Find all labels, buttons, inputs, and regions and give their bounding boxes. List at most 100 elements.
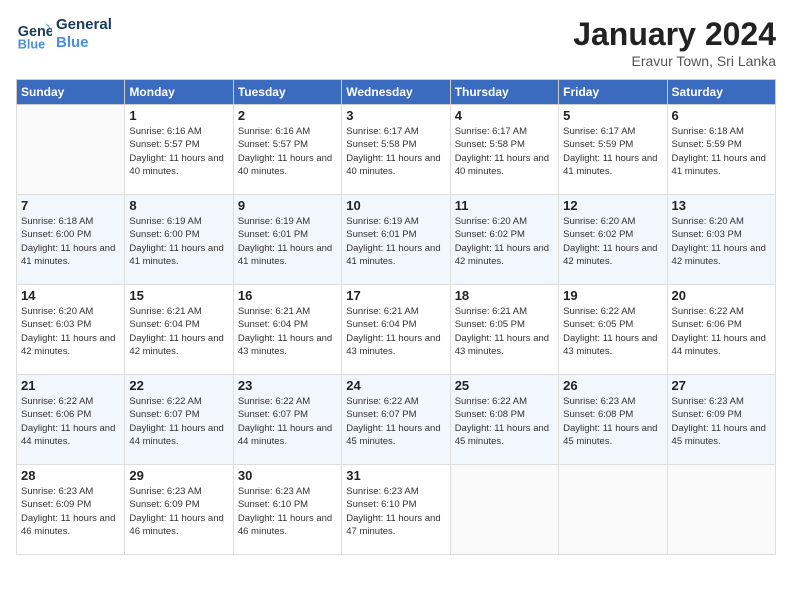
logo: General Blue General Blue [16,16,112,52]
weekday-header: Wednesday [342,80,450,105]
weekday-header: Friday [559,80,667,105]
day-info: Sunrise: 6:21 AMSunset: 6:04 PMDaylight:… [129,305,228,358]
weekday-header: Tuesday [233,80,341,105]
calendar-week-row: 28 Sunrise: 6:23 AMSunset: 6:09 PMDayligh… [17,465,776,555]
weekday-header: Saturday [667,80,775,105]
calendar-cell: 13Sunrise: 6:20 AMSunset: 6:03 PMDayligh… [667,195,775,285]
day-number: 19 [563,288,662,303]
calendar-cell: 16 Sunrise: 6:21 AMSunset: 6:04 PMDayligh… [233,285,341,375]
day-number: 2 [238,108,337,123]
day-info: Sunrise: 6:20 AMSunset: 6:03 PMDaylight:… [21,305,120,358]
calendar-cell: 8 Sunrise: 6:19 AMSunset: 6:00 PMDaylight… [125,195,233,285]
day-info: Sunrise: 6:17 AMSunset: 5:59 PMDaylight:… [563,125,662,178]
calendar-cell: 22 Sunrise: 6:22 AMSunset: 6:07 PMDayligh… [125,375,233,465]
calendar-cell: 1 Sunrise: 6:16 AMSunset: 5:57 PMDaylight… [125,105,233,195]
day-number: 10 [346,198,445,213]
calendar-cell: 5 Sunrise: 6:17 AMSunset: 5:59 PMDaylight… [559,105,667,195]
day-number: 4 [455,108,554,123]
day-info: Sunrise: 6:19 AMSunset: 6:00 PMDaylight:… [129,215,228,268]
day-number: 6 [672,108,771,123]
calendar-cell: 6 Sunrise: 6:18 AMSunset: 5:59 PMDaylight… [667,105,775,195]
calendar-cell: 31Sunrise: 6:23 AMSunset: 6:10 PMDayligh… [342,465,450,555]
day-number: 21 [21,378,120,393]
day-number: 29 [129,468,228,483]
day-number: 24 [346,378,445,393]
month-title: January 2024 [573,16,776,53]
day-number: 1 [129,108,228,123]
weekday-header: Thursday [450,80,558,105]
day-info: Sunrise: 6:20 AMSunset: 6:03 PMDaylight:… [672,215,771,268]
calendar-cell: 11 Sunrise: 6:20 AMSunset: 6:02 PMDayligh… [450,195,558,285]
weekday-header-row: SundayMondayTuesdayWednesdayThursdayFrid… [17,80,776,105]
calendar-cell: 29 Sunrise: 6:23 AMSunset: 6:09 PMDayligh… [125,465,233,555]
day-info: Sunrise: 6:17 AMSunset: 5:58 PMDaylight:… [346,125,445,178]
day-number: 17 [346,288,445,303]
day-info: Sunrise: 6:21 AMSunset: 6:05 PMDaylight:… [455,305,554,358]
day-info: Sunrise: 6:23 AMSunset: 6:10 PMDaylight:… [346,485,445,538]
day-info: Sunrise: 6:21 AMSunset: 6:04 PMDaylight:… [346,305,445,358]
day-number: 14 [21,288,120,303]
calendar-cell: 7 Sunrise: 6:18 AMSunset: 6:00 PMDaylight… [17,195,125,285]
calendar-cell: 9 Sunrise: 6:19 AMSunset: 6:01 PMDaylight… [233,195,341,285]
day-info: Sunrise: 6:22 AMSunset: 6:05 PMDaylight:… [563,305,662,358]
calendar-cell: 14 Sunrise: 6:20 AMSunset: 6:03 PMDayligh… [17,285,125,375]
day-number: 22 [129,378,228,393]
day-info: Sunrise: 6:19 AMSunset: 6:01 PMDaylight:… [238,215,337,268]
day-info: Sunrise: 6:23 AMSunset: 6:09 PMDaylight:… [672,395,771,448]
day-info: Sunrise: 6:16 AMSunset: 5:57 PMDaylight:… [129,125,228,178]
day-number: 5 [563,108,662,123]
day-number: 11 [455,198,554,213]
calendar-cell: 10Sunrise: 6:19 AMSunset: 6:01 PMDayligh… [342,195,450,285]
day-number: 28 [21,468,120,483]
calendar-cell: 20 Sunrise: 6:22 AMSunset: 6:06 PMDayligh… [667,285,775,375]
day-info: Sunrise: 6:23 AMSunset: 6:09 PMDaylight:… [21,485,120,538]
calendar-table: SundayMondayTuesdayWednesdayThursdayFrid… [16,79,776,555]
title-block: January 2024 Eravur Town, Sri Lanka [573,16,776,69]
calendar-week-row: 7 Sunrise: 6:18 AMSunset: 6:00 PMDaylight… [17,195,776,285]
page-header: General Blue General Blue January 2024 E… [16,16,776,69]
day-number: 16 [238,288,337,303]
day-info: Sunrise: 6:23 AMSunset: 6:09 PMDaylight:… [129,485,228,538]
day-info: Sunrise: 6:22 AMSunset: 6:07 PMDaylight:… [129,395,228,448]
logo-blue: Blue [56,34,112,52]
day-info: Sunrise: 6:22 AMSunset: 6:06 PMDaylight:… [672,305,771,358]
day-info: Sunrise: 6:21 AMSunset: 6:04 PMDaylight:… [238,305,337,358]
day-info: Sunrise: 6:18 AMSunset: 5:59 PMDaylight:… [672,125,771,178]
logo-general: General [56,16,112,34]
logo-icon: General Blue [16,16,52,52]
calendar-cell [17,105,125,195]
day-info: Sunrise: 6:23 AMSunset: 6:10 PMDaylight:… [238,485,337,538]
calendar-week-row: 21Sunrise: 6:22 AMSunset: 6:06 PMDayligh… [17,375,776,465]
calendar-cell: 28 Sunrise: 6:23 AMSunset: 6:09 PMDayligh… [17,465,125,555]
day-info: Sunrise: 6:17 AMSunset: 5:58 PMDaylight:… [455,125,554,178]
calendar-cell: 26Sunrise: 6:23 AMSunset: 6:08 PMDayligh… [559,375,667,465]
day-number: 8 [129,198,228,213]
day-info: Sunrise: 6:22 AMSunset: 6:07 PMDaylight:… [238,395,337,448]
svg-text:Blue: Blue [18,37,45,51]
calendar-cell: 2Sunrise: 6:16 AMSunset: 5:57 PMDaylight… [233,105,341,195]
weekday-header: Sunday [17,80,125,105]
calendar-cell: 24Sunrise: 6:22 AMSunset: 6:07 PMDayligh… [342,375,450,465]
calendar-cell [450,465,558,555]
day-number: 18 [455,288,554,303]
day-number: 9 [238,198,337,213]
day-number: 20 [672,288,771,303]
calendar-cell: 27 Sunrise: 6:23 AMSunset: 6:09 PMDayligh… [667,375,775,465]
day-info: Sunrise: 6:20 AMSunset: 6:02 PMDaylight:… [455,215,554,268]
day-number: 27 [672,378,771,393]
day-number: 12 [563,198,662,213]
calendar-cell: 3Sunrise: 6:17 AMSunset: 5:58 PMDaylight… [342,105,450,195]
calendar-week-row: 14 Sunrise: 6:20 AMSunset: 6:03 PMDayligh… [17,285,776,375]
calendar-cell: 4 Sunrise: 6:17 AMSunset: 5:58 PMDaylight… [450,105,558,195]
calendar-cell: 17 Sunrise: 6:21 AMSunset: 6:04 PMDayligh… [342,285,450,375]
location: Eravur Town, Sri Lanka [573,53,776,69]
day-number: 25 [455,378,554,393]
day-info: Sunrise: 6:22 AMSunset: 6:08 PMDaylight:… [455,395,554,448]
day-number: 26 [563,378,662,393]
calendar-cell: 15Sunrise: 6:21 AMSunset: 6:04 PMDayligh… [125,285,233,375]
day-number: 7 [21,198,120,213]
day-info: Sunrise: 6:18 AMSunset: 6:00 PMDaylight:… [21,215,120,268]
calendar-cell: 21Sunrise: 6:22 AMSunset: 6:06 PMDayligh… [17,375,125,465]
calendar-cell: 12Sunrise: 6:20 AMSunset: 6:02 PMDayligh… [559,195,667,285]
calendar-cell: 25 Sunrise: 6:22 AMSunset: 6:08 PMDayligh… [450,375,558,465]
